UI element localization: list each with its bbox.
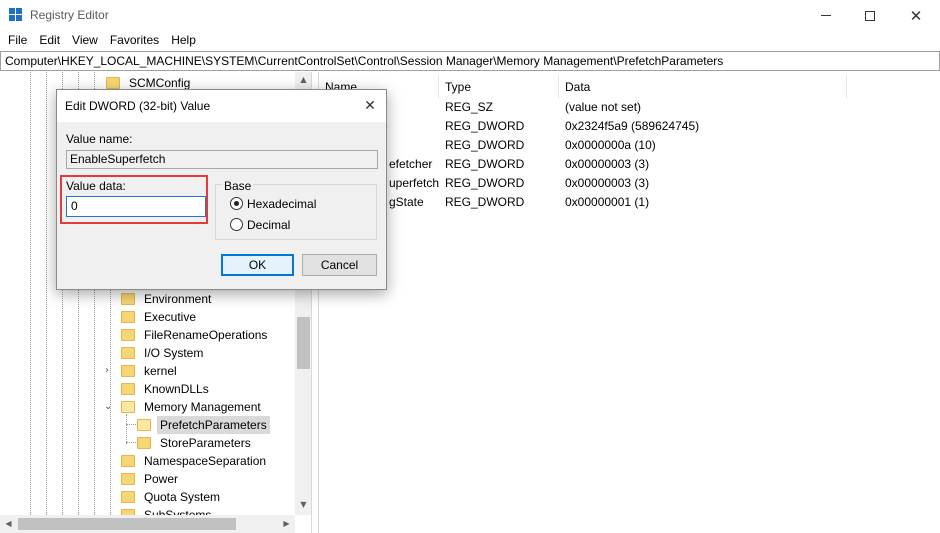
value-data: 0x2324f5a9 (589624745) xyxy=(565,119,700,133)
value-name-field: EnableSuperfetch xyxy=(66,150,378,169)
tree-item[interactable]: Power xyxy=(121,470,181,488)
edit-dword-dialog: Edit DWORD (32-bit) Value ✕ Value name: … xyxy=(56,89,387,290)
menu-edit[interactable]: Edit xyxy=(33,31,66,50)
close-icon: ✕ xyxy=(364,98,376,114)
tree-line xyxy=(126,424,136,425)
tree-item[interactable]: NamespaceSeparation xyxy=(121,452,269,470)
base-label: Base xyxy=(222,179,254,193)
table-row[interactable]: gState REG_DWORD 0x00000001 (1) xyxy=(319,193,940,212)
value-data-label: Value data: xyxy=(66,179,126,193)
folder-icon xyxy=(137,437,151,449)
folder-icon xyxy=(121,365,135,377)
tree-horizontal-scrollbar[interactable]: ◀ ▶ xyxy=(0,515,295,533)
folder-icon xyxy=(121,383,135,395)
folder-icon xyxy=(121,347,135,359)
folder-icon xyxy=(121,473,135,485)
folder-icon xyxy=(106,77,120,89)
value-type: REG_DWORD xyxy=(445,195,525,209)
address-bar[interactable]: Computer\HKEY_LOCAL_MACHINE\SYSTEM\Curre… xyxy=(0,51,940,71)
tree-line xyxy=(126,442,136,443)
close-icon: ✕ xyxy=(909,6,923,25)
menu-help[interactable]: Help xyxy=(165,31,202,50)
folder-icon xyxy=(121,311,135,323)
tree-item[interactable]: StoreParameters xyxy=(137,434,254,452)
values-pane: Name Type Data REG_SZ (value not set) e … xyxy=(318,72,940,533)
chevron-down-icon[interactable]: ⌄ xyxy=(104,401,112,412)
menu-view[interactable]: View xyxy=(66,31,104,50)
tree-horizontal-scroll-thumb[interactable] xyxy=(18,518,236,530)
ok-button[interactable]: OK xyxy=(221,254,294,276)
window-title: Registry Editor xyxy=(30,8,109,22)
tree-item[interactable]: Quota System xyxy=(121,488,223,506)
value-data: 0x00000001 (1) xyxy=(565,195,650,209)
title-bar: Registry Editor ✕ xyxy=(0,0,940,31)
chevron-right-icon[interactable]: › xyxy=(105,365,109,376)
value-data: 0x0000000a (10) xyxy=(565,138,656,152)
folder-icon xyxy=(121,491,135,503)
table-row[interactable]: REG_SZ (value not set) xyxy=(319,98,940,117)
tree-item[interactable]: kernel xyxy=(121,362,180,380)
value-type: REG_SZ xyxy=(445,100,494,114)
dialog-close-button[interactable]: ✕ xyxy=(359,95,381,117)
folder-open-icon xyxy=(121,401,135,413)
tree-item[interactable]: I/O System xyxy=(121,344,206,362)
dialog-title: Edit DWORD (32-bit) Value xyxy=(65,99,211,113)
column-header-data[interactable]: Data xyxy=(559,76,847,98)
folder-open-icon xyxy=(137,419,151,431)
value-name-label: Value name: xyxy=(66,132,133,146)
value-name: efetcher xyxy=(389,157,433,171)
tree-item[interactable]: FileRenameOperations xyxy=(121,326,270,344)
tree-line xyxy=(46,72,47,515)
tree-line xyxy=(30,72,31,515)
tree-line xyxy=(126,414,127,444)
maximize-icon xyxy=(865,10,875,21)
value-type: REG_DWORD xyxy=(445,138,525,152)
table-row[interactable]: REG_DWORD 0x0000000a (10) xyxy=(319,136,940,155)
tree-item-selected[interactable]: PrefetchParameters xyxy=(137,416,270,434)
value-type: REG_DWORD xyxy=(445,157,525,171)
value-data: 0x00000003 (3) xyxy=(565,157,650,171)
folder-icon xyxy=(121,455,135,467)
dialog-title-bar: Edit DWORD (32-bit) Value ✕ xyxy=(57,90,386,122)
cancel-button[interactable]: Cancel xyxy=(302,254,377,276)
scroll-left-icon[interactable]: ◀ xyxy=(0,519,17,528)
folder-icon xyxy=(121,329,135,341)
value-name: uperfetch xyxy=(389,176,440,190)
menu-file[interactable]: File xyxy=(0,31,33,50)
tree-item[interactable]: KnownDLLs xyxy=(121,380,212,398)
tree-item[interactable]: Executive xyxy=(121,308,199,326)
table-row[interactable]: e REG_DWORD 0x2324f5a9 (589624745) xyxy=(319,117,940,136)
scroll-right-icon[interactable]: ▶ xyxy=(278,519,295,528)
tree-vertical-scroll-thumb[interactable] xyxy=(297,317,310,369)
scroll-up-icon[interactable]: ▲ xyxy=(295,75,311,84)
maximize-button[interactable] xyxy=(847,0,893,31)
close-button[interactable]: ✕ xyxy=(893,0,939,31)
value-data: (value not set) xyxy=(565,100,642,114)
tree-item[interactable]: Memory Management xyxy=(121,398,264,416)
hexadecimal-label[interactable]: Hexadecimal xyxy=(247,197,316,211)
value-type: REG_DWORD xyxy=(445,119,525,133)
menu-favorites[interactable]: Favorites xyxy=(104,31,165,50)
value-data: 0x00000003 (3) xyxy=(565,176,650,190)
column-header-type[interactable]: Type xyxy=(439,76,559,98)
decimal-label[interactable]: Decimal xyxy=(247,218,290,232)
table-row[interactable]: uperfetch REG_DWORD 0x00000003 (3) xyxy=(319,174,940,193)
tree-item[interactable]: Environment xyxy=(121,290,214,308)
menu-bar: File Edit View Favorites Help xyxy=(0,31,940,50)
registry-editor-icon xyxy=(9,8,23,22)
table-row[interactable]: efetcher REG_DWORD 0x00000003 (3) xyxy=(319,155,940,174)
value-type: REG_DWORD xyxy=(445,176,525,190)
scroll-down-icon[interactable]: ▼ xyxy=(295,500,311,509)
value-name: gState xyxy=(389,195,424,209)
minimize-icon xyxy=(821,15,831,16)
folder-icon xyxy=(121,293,135,305)
hexadecimal-radio[interactable] xyxy=(230,197,243,210)
minimize-button[interactable] xyxy=(803,0,849,31)
decimal-radio[interactable] xyxy=(230,218,243,231)
value-data-input[interactable]: 0 xyxy=(66,196,206,217)
